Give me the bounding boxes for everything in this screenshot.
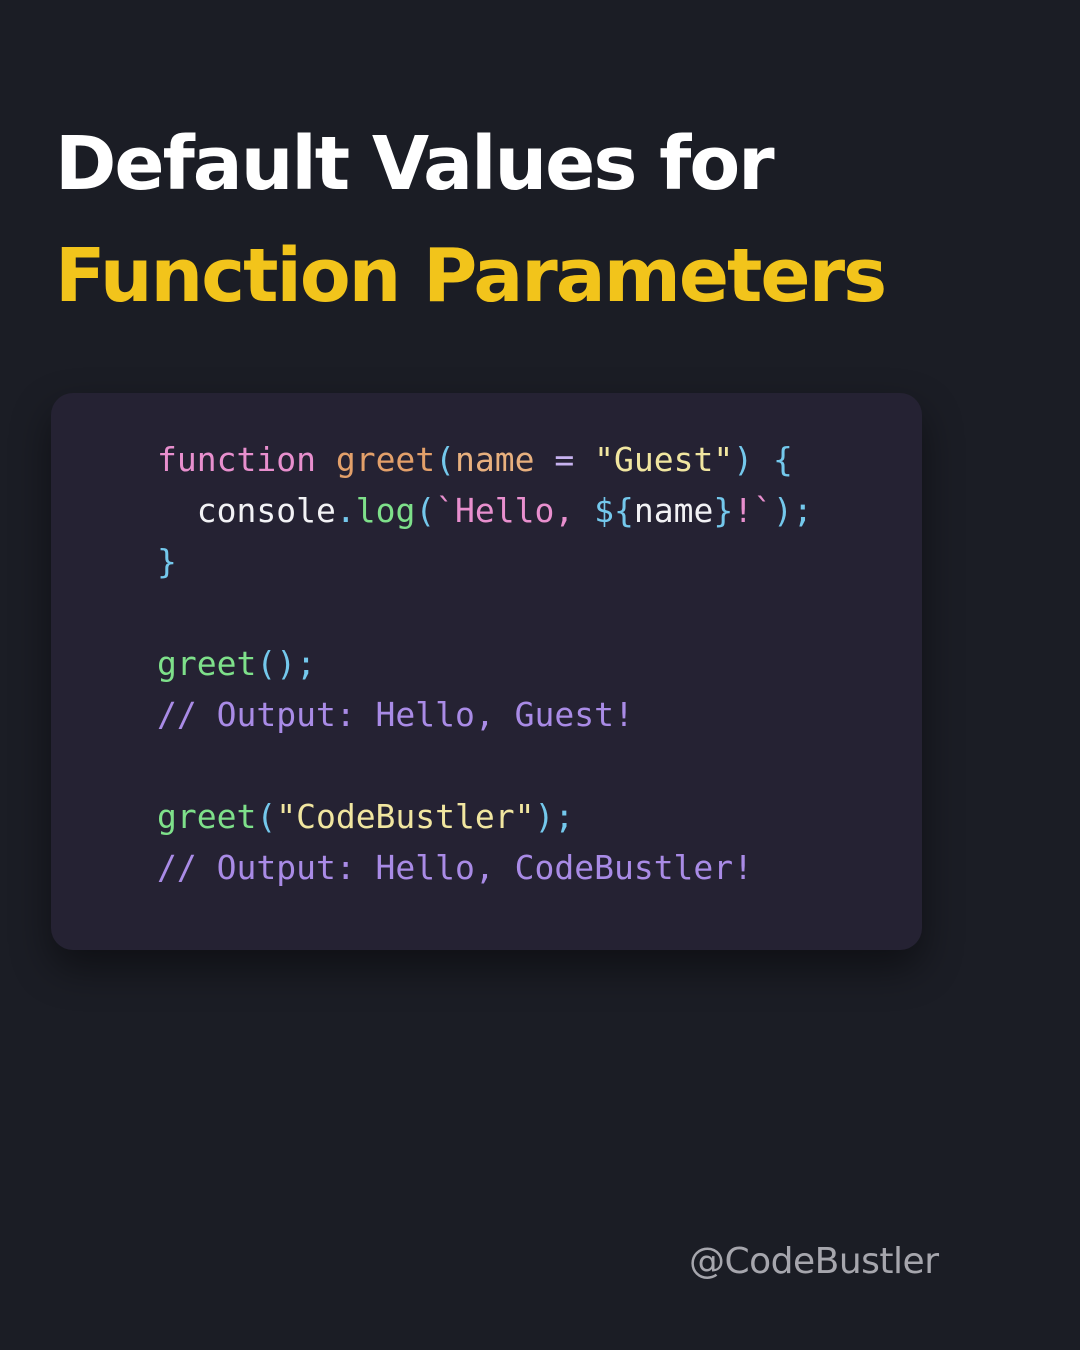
comment-token: // Output: Hello, Guest! [157, 695, 634, 734]
paren-token: ) [733, 440, 754, 479]
object-token: console [196, 491, 336, 530]
paren-token: ) [534, 797, 555, 836]
semicolon-token: ; [792, 491, 813, 530]
function-call-token: greet [157, 797, 257, 836]
paren-token: ( [415, 491, 436, 530]
variable-token: name [633, 491, 714, 530]
param-token: name [455, 440, 535, 479]
paren-token: ) [773, 491, 793, 530]
code-line-2: console.log(`Hello, ${name}!`); [197, 491, 813, 530]
code-line-6: // Output: Hello, Guest! [157, 695, 634, 734]
code-line-8: greet("CodeBustler"); [157, 797, 574, 836]
author-handle: @CodeBustler [689, 1241, 939, 1282]
code-line-9: // Output: Hello, CodeBustler! [157, 848, 753, 887]
brace-token: { [772, 440, 793, 479]
function-name-token: greet [335, 440, 436, 479]
semicolon-token: ; [296, 644, 316, 683]
page-title: Default Values for Function Parameters [55, 108, 887, 332]
code-line-3: } [157, 542, 177, 581]
string-token: "Guest" [594, 440, 734, 479]
operator-token: = [554, 440, 575, 479]
code-block: function greet(name = "Guest") { console… [51, 393, 922, 950]
brace-token: } [157, 542, 177, 581]
paren-token: ( [256, 797, 277, 836]
title-line-1: Default Values for [55, 121, 775, 207]
semicolon-token: ; [554, 797, 575, 836]
interp-token: ${ [594, 491, 634, 530]
interp-token: } [713, 491, 734, 530]
template-token: !` [733, 491, 773, 530]
dot-token: . [335, 491, 356, 530]
keyword-token: function [157, 440, 316, 479]
function-call-token: greet [157, 644, 257, 683]
code-line-1: function greet(name = "Guest") { [157, 440, 793, 479]
comment-token: // Output: Hello, CodeBustler! [157, 848, 754, 887]
paren-token: () [256, 644, 297, 683]
title-line-2: Function Parameters [55, 233, 887, 319]
method-token: log [355, 491, 416, 530]
code-content: function greet(name = "Guest") { console… [157, 434, 922, 893]
template-token: `Hello, [435, 491, 595, 530]
string-token: "CodeBustler" [276, 797, 535, 836]
code-line-5: greet(); [157, 644, 316, 683]
paren-token: ( [435, 440, 456, 479]
